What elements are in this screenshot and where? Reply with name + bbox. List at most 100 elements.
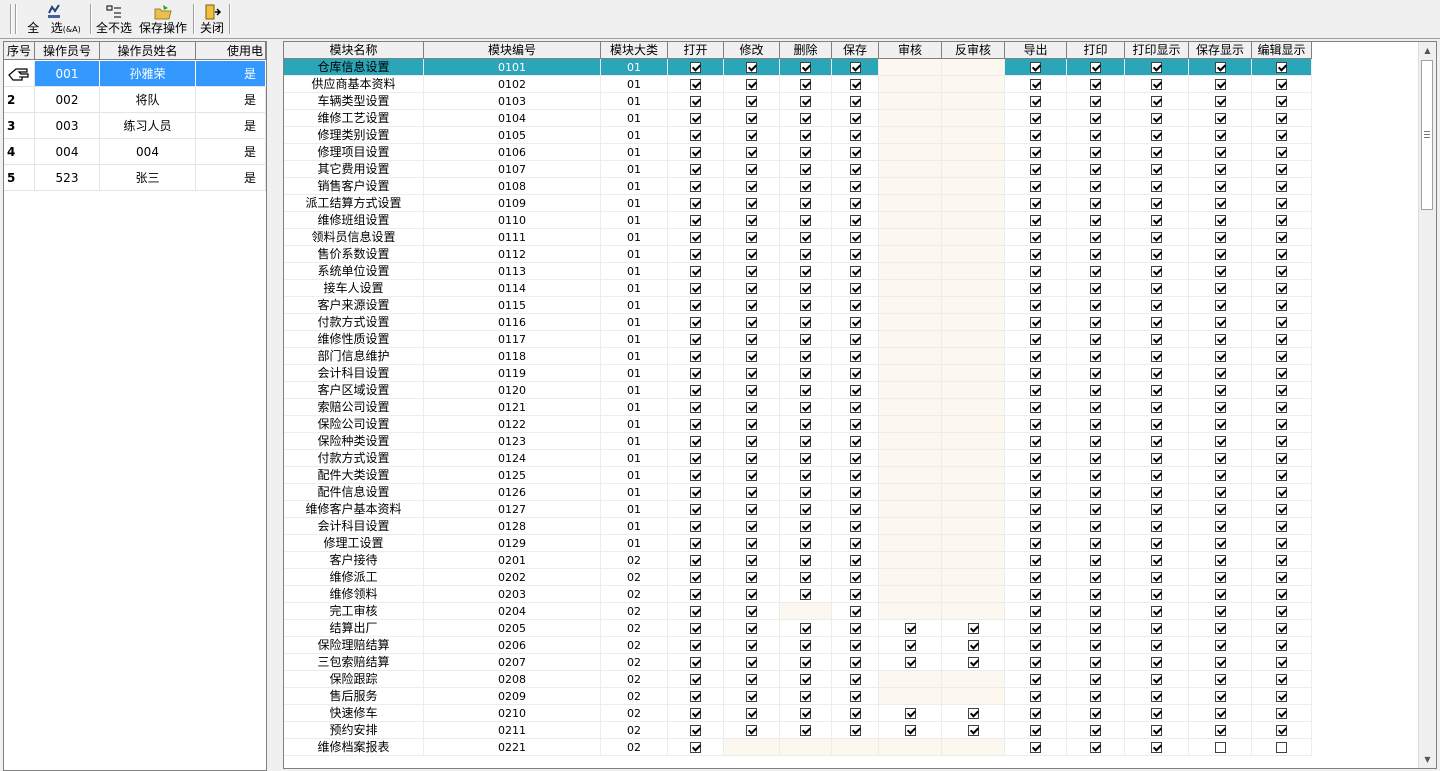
edit-display-checkbox[interactable] xyxy=(1276,520,1287,532)
print-checkbox[interactable] xyxy=(1090,248,1101,260)
export-checkbox[interactable] xyxy=(1030,537,1041,549)
print-checkbox[interactable] xyxy=(1090,197,1101,209)
module-row[interactable]: 修理类别设置 0105 01 xyxy=(284,127,1414,144)
delete-checkbox[interactable] xyxy=(800,231,811,243)
edit-display-checkbox[interactable] xyxy=(1276,605,1287,617)
save-display-checkbox[interactable] xyxy=(1214,622,1226,634)
open-checkbox[interactable] xyxy=(690,537,701,549)
open-checkbox[interactable] xyxy=(690,95,701,107)
save-display-checkbox[interactable] xyxy=(1214,248,1226,260)
edit-display-checkbox[interactable] xyxy=(1276,282,1287,294)
delete-checkbox[interactable] xyxy=(800,95,811,107)
modify-checkbox[interactable] xyxy=(746,299,757,311)
edit-display-checkbox[interactable] xyxy=(1276,401,1287,413)
print-checkbox[interactable] xyxy=(1090,367,1101,379)
edit-display-checkbox[interactable] xyxy=(1276,129,1287,141)
print-display-checkbox[interactable] xyxy=(1151,248,1162,260)
module-row[interactable]: 售后服务 0209 02 xyxy=(284,688,1414,705)
print-checkbox[interactable] xyxy=(1090,146,1101,158)
module-row[interactable]: 三包索赔结算 0207 02 xyxy=(284,654,1414,671)
save-checkbox[interactable] xyxy=(849,605,861,617)
save-checkbox[interactable] xyxy=(849,418,861,430)
module-row[interactable]: 售价系数设置 0112 01 xyxy=(284,246,1414,263)
module-row[interactable]: 会计科目设置 0119 01 xyxy=(284,365,1414,382)
export-checkbox[interactable] xyxy=(1030,350,1041,362)
delete-checkbox[interactable] xyxy=(800,112,811,124)
print-checkbox[interactable] xyxy=(1090,401,1101,413)
module-row[interactable]: 客户接待 0201 02 xyxy=(284,552,1414,569)
print-display-checkbox[interactable] xyxy=(1151,316,1162,328)
module-row[interactable]: 维修班组设置 0110 01 xyxy=(284,212,1414,229)
module-row[interactable]: 保险种类设置 0123 01 xyxy=(284,433,1414,450)
save-display-checkbox[interactable] xyxy=(1214,503,1226,515)
delete-checkbox[interactable] xyxy=(800,656,811,668)
print-display-checkbox[interactable] xyxy=(1151,350,1162,362)
modify-checkbox[interactable] xyxy=(746,588,757,600)
delete-checkbox[interactable] xyxy=(800,724,811,736)
module-row[interactable]: 维修客户基本资料 0127 01 xyxy=(284,501,1414,518)
edit-display-checkbox[interactable] xyxy=(1276,350,1287,362)
edit-display-checkbox[interactable] xyxy=(1276,435,1287,447)
save-display-checkbox[interactable] xyxy=(1214,486,1226,498)
modify-checkbox[interactable] xyxy=(746,231,757,243)
edit-display-checkbox[interactable] xyxy=(1276,78,1287,90)
export-checkbox[interactable] xyxy=(1030,248,1041,260)
print-display-checkbox[interactable] xyxy=(1151,588,1162,600)
print-display-checkbox[interactable] xyxy=(1151,282,1162,294)
vertical-scrollbar[interactable]: ▲ ▼ xyxy=(1418,42,1436,768)
delete-checkbox[interactable] xyxy=(800,282,811,294)
edit-display-checkbox[interactable] xyxy=(1276,690,1287,702)
module-row[interactable]: 修理工设置 0129 01 xyxy=(284,535,1414,552)
print-display-checkbox[interactable] xyxy=(1151,333,1162,345)
print-checkbox[interactable] xyxy=(1090,673,1101,685)
open-checkbox[interactable] xyxy=(690,299,701,311)
module-row[interactable]: 维修性质设置 0117 01 xyxy=(284,331,1414,348)
edit-display-checkbox[interactable] xyxy=(1276,571,1287,583)
modify-checkbox[interactable] xyxy=(746,707,757,719)
save-display-checkbox[interactable] xyxy=(1214,282,1226,294)
export-checkbox[interactable] xyxy=(1030,588,1041,600)
modify-checkbox[interactable] xyxy=(746,435,757,447)
save-checkbox[interactable] xyxy=(849,435,861,447)
module-row[interactable]: 维修档案报表 0221 02 xyxy=(284,739,1414,756)
modify-checkbox[interactable] xyxy=(746,469,757,481)
open-checkbox[interactable] xyxy=(690,520,701,532)
col-header-module-name[interactable]: 模块名称 xyxy=(284,42,424,59)
edit-display-checkbox[interactable] xyxy=(1276,724,1287,736)
open-checkbox[interactable] xyxy=(690,231,701,243)
delete-checkbox[interactable] xyxy=(800,435,811,447)
print-display-checkbox[interactable] xyxy=(1151,435,1162,447)
module-row[interactable]: 结算出厂 0205 02 xyxy=(284,620,1414,637)
delete-checkbox[interactable] xyxy=(800,639,811,651)
save-display-checkbox[interactable] xyxy=(1214,231,1226,243)
print-checkbox[interactable] xyxy=(1090,435,1101,447)
delete-checkbox[interactable] xyxy=(800,622,811,634)
modify-checkbox[interactable] xyxy=(746,282,757,294)
open-checkbox[interactable] xyxy=(690,78,701,90)
export-checkbox[interactable] xyxy=(1030,367,1041,379)
operator-row[interactable]: 3 003 练习人员是 xyxy=(4,113,266,139)
edit-display-checkbox[interactable] xyxy=(1276,95,1287,107)
export-checkbox[interactable] xyxy=(1030,673,1041,685)
save-display-checkbox[interactable] xyxy=(1214,78,1226,90)
module-row[interactable]: 索赔公司设置 0121 01 xyxy=(284,399,1414,416)
save-display-checkbox[interactable] xyxy=(1214,299,1226,311)
modify-checkbox[interactable] xyxy=(746,129,757,141)
print-display-checkbox[interactable] xyxy=(1151,112,1162,124)
open-checkbox[interactable] xyxy=(690,367,701,379)
export-checkbox[interactable] xyxy=(1030,282,1041,294)
print-checkbox[interactable] xyxy=(1090,180,1101,192)
save-display-checkbox[interactable] xyxy=(1214,690,1226,702)
modify-checkbox[interactable] xyxy=(746,537,757,549)
delete-checkbox[interactable] xyxy=(800,61,811,73)
save-checkbox[interactable] xyxy=(849,95,861,107)
delete-checkbox[interactable] xyxy=(800,78,811,90)
save-checkbox[interactable] xyxy=(849,197,861,209)
export-checkbox[interactable] xyxy=(1030,656,1041,668)
save-display-checkbox[interactable] xyxy=(1214,265,1226,277)
module-row[interactable]: 派工结算方式设置 0109 01 xyxy=(284,195,1414,212)
print-checkbox[interactable] xyxy=(1090,741,1101,753)
audit-checkbox[interactable] xyxy=(904,724,916,736)
modify-checkbox[interactable] xyxy=(746,622,757,634)
module-row[interactable]: 配件大类设置 0125 01 xyxy=(284,467,1414,484)
